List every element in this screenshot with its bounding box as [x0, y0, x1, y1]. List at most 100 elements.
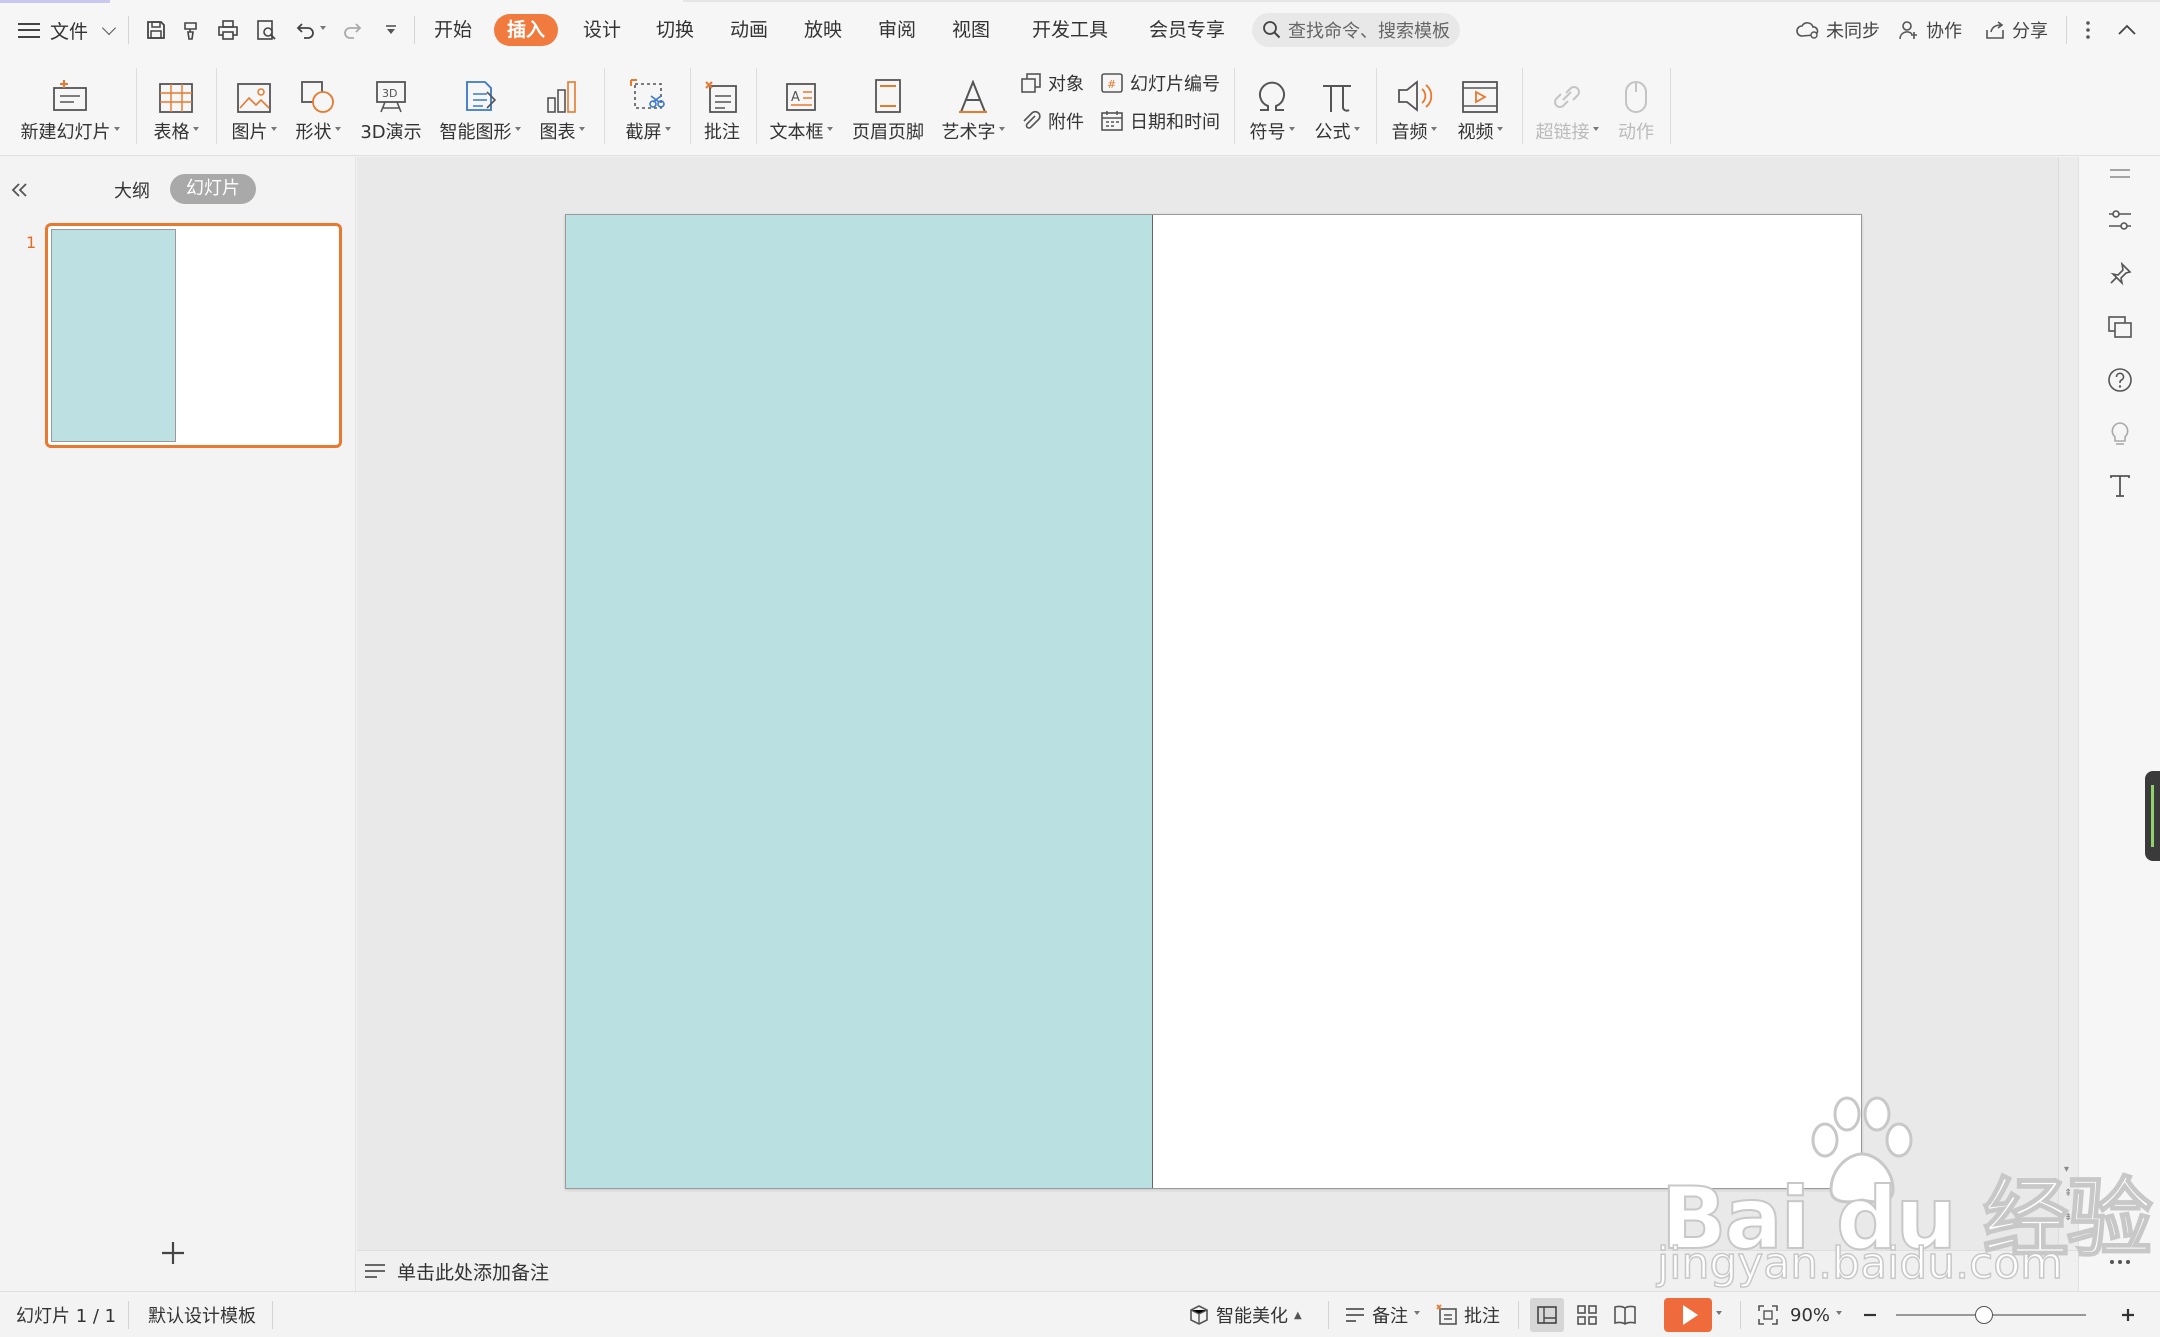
textbox-button[interactable]: A 文本框	[766, 62, 836, 150]
print-preview-button[interactable]	[250, 14, 282, 46]
comment-button[interactable]: 批注	[698, 62, 746, 150]
more-options-button[interactable]	[2076, 14, 2100, 46]
tab-slides[interactable]: 幻灯片	[170, 174, 256, 204]
collaborate-button[interactable]: 协作	[1898, 14, 1962, 46]
tab-view[interactable]: 视图	[952, 14, 990, 46]
chart-button[interactable]: 图表	[536, 62, 588, 150]
tab-slideshow[interactable]: 放映	[804, 14, 842, 46]
attachment-button[interactable]: 附件	[1020, 106, 1084, 136]
wordart-button[interactable]: 艺术字	[938, 62, 1008, 150]
customize-quick-access-button[interactable]	[378, 14, 404, 46]
slide[interactable]	[565, 214, 1862, 1189]
table-icon	[159, 83, 193, 113]
help-icon[interactable]	[2105, 365, 2135, 395]
screenshot-button[interactable]: 截屏	[620, 62, 676, 150]
tab-animations[interactable]: 动画	[730, 14, 768, 46]
table-button[interactable]: 表格	[148, 62, 204, 150]
slide-number-button[interactable]: # 幻灯片编号	[1100, 68, 1220, 98]
symbol-button[interactable]: 符号	[1244, 62, 1300, 150]
tab-outline[interactable]: 大纲	[114, 177, 150, 203]
print-button[interactable]	[212, 14, 244, 46]
smart-beautify-button[interactable]: 智能美化 ▲	[1188, 1292, 1302, 1337]
thumbnail-preview	[51, 229, 336, 442]
3d-demo-button[interactable]: 3D 3D演示	[358, 62, 424, 150]
reading-view-button[interactable]	[1610, 1292, 1640, 1337]
slideshow-options-button[interactable]	[1716, 1292, 1722, 1337]
transition-pane-icon[interactable]	[2105, 312, 2135, 342]
scroll-down-icon[interactable]: ▾	[2064, 1158, 2072, 1182]
slide-thumbnail[interactable]	[45, 223, 342, 448]
wordart-icon	[959, 80, 987, 113]
tab-home[interactable]: 开始	[434, 14, 472, 46]
zoom-in-button[interactable]	[2116, 1292, 2140, 1337]
side-expand-handle[interactable]	[2145, 771, 2160, 861]
hyperlink-button[interactable]: 超链接	[1532, 62, 1602, 150]
fit-window-button[interactable]	[1752, 1292, 1784, 1337]
next-slide-icon[interactable]: ⇟	[2064, 1206, 2072, 1230]
date-time-button[interactable]: 日期和时间	[1100, 106, 1220, 136]
add-slide-button[interactable]	[160, 1237, 186, 1273]
file-menu-button[interactable]: 文件	[18, 14, 117, 46]
normal-view-button[interactable]	[1530, 1298, 1564, 1332]
object-button[interactable]: 对象	[1020, 68, 1084, 98]
share-button[interactable]: 分享	[1984, 14, 2048, 46]
dropdown-icon	[113, 127, 120, 131]
shape-icon	[301, 81, 334, 113]
properties-icon[interactable]	[2105, 205, 2135, 235]
pin-icon[interactable]	[2105, 259, 2135, 289]
lightbulb-icon[interactable]	[2105, 419, 2135, 449]
3d-demo-label: 3D演示	[360, 122, 422, 143]
collapse-panel-button[interactable]	[10, 175, 28, 205]
divider	[756, 68, 757, 144]
pane-menu-icon[interactable]	[2105, 159, 2135, 189]
formula-button[interactable]: 公式	[1310, 62, 1364, 150]
prev-slide-icon[interactable]: ⇞	[2064, 1182, 2072, 1206]
text-format-icon[interactable]	[2105, 471, 2135, 501]
tab-member[interactable]: 会员专享	[1149, 14, 1225, 46]
command-search-input[interactable]: 查找命令、搜索模板	[1252, 13, 1460, 47]
divider	[604, 68, 605, 144]
audio-button[interactable]: 音频	[1386, 62, 1442, 150]
smartart-button[interactable]: 智能图形	[436, 62, 524, 150]
hamburger-icon	[18, 22, 40, 38]
notes-toggle-button[interactable]: 备注	[1344, 1292, 1420, 1337]
notes-bar[interactable]: 单击此处添加备注	[357, 1250, 2078, 1291]
slide-sorter-view-button[interactable]	[1572, 1292, 1602, 1337]
format-painter-button[interactable]	[176, 14, 208, 46]
undo-button[interactable]	[290, 14, 330, 46]
zoom-out-button[interactable]	[1858, 1292, 1882, 1337]
start-slideshow-button[interactable]	[1664, 1298, 1712, 1332]
tab-transitions[interactable]: 切换	[656, 14, 694, 46]
more-horizontal-icon[interactable]	[2105, 1247, 2135, 1277]
zoom-slider-knob[interactable]	[1975, 1306, 1993, 1324]
new-slide-button[interactable]: 新建幻灯片	[16, 62, 124, 150]
action-button[interactable]: 动作	[1610, 62, 1662, 150]
tab-insert[interactable]: 插入	[494, 14, 559, 46]
divider	[216, 68, 217, 144]
tab-review[interactable]: 审阅	[878, 14, 916, 46]
divider	[1740, 1301, 1741, 1329]
status-bar: 幻灯片 1 / 1 默认设计模板 智能美化 ▲ 备注 批注 90%	[0, 1291, 2160, 1337]
shape-button[interactable]: 形状	[292, 62, 344, 150]
sync-status-button[interactable]: 未同步	[1796, 14, 1880, 46]
header-footer-button[interactable]: 页眉页脚	[846, 62, 930, 150]
attachment-label: 附件	[1048, 112, 1084, 133]
divider	[690, 68, 691, 144]
tab-developer[interactable]: 开发工具	[1032, 14, 1108, 46]
svg-text:A: A	[791, 90, 800, 105]
slide-blue-rectangle[interactable]	[566, 215, 1153, 1188]
template-name[interactable]: 默认设计模板	[148, 1292, 256, 1337]
redo-button[interactable]	[338, 14, 368, 46]
vertical-scrollbar[interactable]: ▾ ⇞ ⇟	[2058, 157, 2078, 1250]
book-icon	[1614, 1305, 1636, 1325]
picture-button[interactable]: 图片	[228, 62, 280, 150]
zoom-level-dropdown[interactable]: 90%	[1790, 1292, 1843, 1337]
video-button[interactable]: 视频	[1452, 62, 1508, 150]
save-button[interactable]	[140, 14, 172, 46]
table-label: 表格	[153, 122, 190, 143]
collapse-ribbon-button[interactable]	[2112, 14, 2142, 46]
comments-toggle-button[interactable]: 批注	[1436, 1292, 1500, 1337]
date-time-label: 日期和时间	[1130, 112, 1220, 133]
collaborate-label: 协作	[1926, 21, 1962, 42]
tab-design[interactable]: 设计	[583, 14, 621, 46]
